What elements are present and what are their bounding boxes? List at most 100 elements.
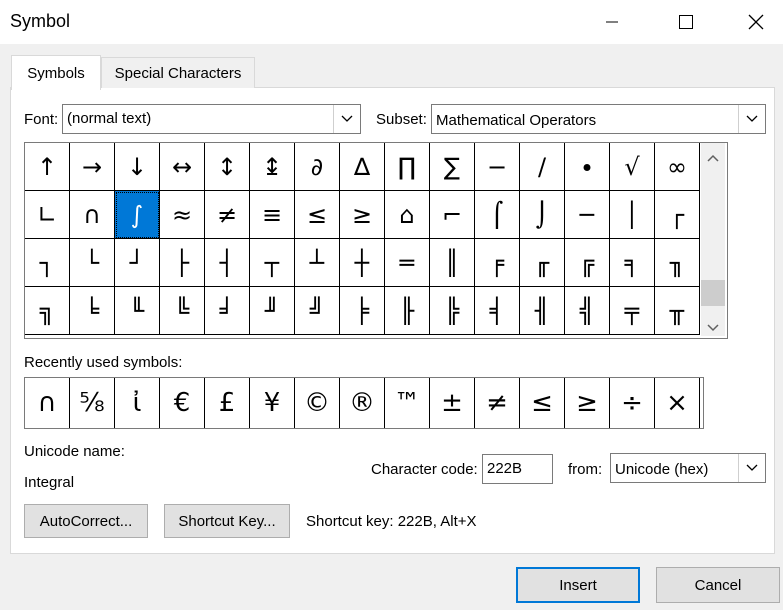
symbol-cell[interactable]: ∟ [25, 191, 70, 239]
symbol-cell[interactable]: ⌡ [520, 191, 565, 239]
symbol-cell[interactable]: ═ [385, 239, 430, 287]
recent-symbol-cell[interactable]: ÷ [610, 378, 655, 428]
symbol-cell[interactable]: └ [70, 239, 115, 287]
symbol-cell[interactable]: ╟ [385, 287, 430, 335]
font-select[interactable]: (normal text) [62, 104, 361, 134]
character-code-label: Character code: [371, 461, 478, 478]
symbol-cell[interactable]: ╜ [250, 287, 295, 335]
recent-symbol-cell[interactable]: ⅝ [70, 378, 115, 428]
from-label: from: [568, 461, 603, 478]
symbol-cell[interactable]: ≡ [250, 191, 295, 239]
symbol-cell[interactable]: ∙ [565, 143, 610, 191]
symbol-cell[interactable]: ╢ [520, 287, 565, 335]
symbol-cell[interactable]: ⌐ [430, 191, 475, 239]
symbol-cell[interactable]: ≥ [340, 191, 385, 239]
symbol-cell[interactable]: ┘ [115, 239, 160, 287]
symbol-cell[interactable]: ∏ [385, 143, 430, 191]
symbol-cell[interactable]: ∕ [520, 143, 565, 191]
symbol-cell[interactable]: ╘ [70, 287, 115, 335]
from-select[interactable]: Unicode (hex) [610, 453, 766, 483]
insert-button[interactable]: Insert [516, 567, 640, 603]
from-dropdown-arrow[interactable] [738, 454, 765, 482]
symbol-cell[interactable]: ≤ [295, 191, 340, 239]
symbol-cell[interactable]: ↨ [250, 143, 295, 191]
symbol-cell[interactable]: ↔ [160, 143, 205, 191]
symbol-cell[interactable]: │ [610, 191, 655, 239]
symbol-grid: ↑ → ↓ ↔ ↕ ↨ ∂ ∆ ∏ ∑ − ∕ ∙ √ ∞ ∟ ∩ ∫ ≈ ≠ ≡ ≤ ≥ ⌂ ⌐ ⌠ ⌡ ─ │ ┌ ┐ └ ┘ ├ ┤ ┬ ┴ ┼ ═ ║… [24, 142, 728, 339]
recent-symbol-cell[interactable]: © [295, 378, 340, 428]
symbol-cell[interactable]: ┴ [295, 239, 340, 287]
symbol-cell[interactable]: ╞ [340, 287, 385, 335]
symbol-cell[interactable]: ↓ [115, 143, 160, 191]
symbol-cell[interactable]: ≠ [205, 191, 250, 239]
symbol-cell[interactable]: ∫ [115, 191, 160, 239]
shortcut-key-button[interactable]: Shortcut Key... [164, 504, 290, 538]
minimize-button[interactable] [589, 0, 635, 44]
symbol-cell[interactable]: ↕ [205, 143, 250, 191]
symbol-cell[interactable]: ╙ [115, 287, 160, 335]
recent-symbol-cell[interactable]: £ [205, 378, 250, 428]
symbol-cell[interactable]: ∂ [295, 143, 340, 191]
symbol-cell[interactable]: ∆ [340, 143, 385, 191]
symbol-cell[interactable]: ├ [160, 239, 205, 287]
symbol-cell[interactable]: ╔ [565, 239, 610, 287]
symbol-cell[interactable]: ║ [430, 239, 475, 287]
character-code-input[interactable]: 222B [482, 454, 553, 484]
symbol-cell[interactable]: √ [610, 143, 655, 191]
symbol-cell[interactable]: ┬ [250, 239, 295, 287]
symbol-cell[interactable]: ∞ [655, 143, 700, 191]
symbol-cell[interactable]: ╡ [475, 287, 520, 335]
recent-symbol-cell[interactable]: ≥ [565, 378, 610, 428]
grid-scrollbar-thumb[interactable] [701, 280, 725, 306]
symbol-cell[interactable]: ∑ [430, 143, 475, 191]
recent-symbol-cell[interactable]: ® [340, 378, 385, 428]
tab-symbols[interactable]: Symbols [11, 55, 101, 90]
symbol-cell[interactable]: ┐ [25, 239, 70, 287]
symbol-cell[interactable]: ╕ [610, 239, 655, 287]
recent-symbol-cell[interactable]: ¥ [250, 378, 295, 428]
symbol-cell[interactable]: ╒ [475, 239, 520, 287]
symbol-cell[interactable]: ≈ [160, 191, 205, 239]
cancel-button[interactable]: Cancel [656, 567, 780, 603]
recent-symbol-cell[interactable]: ± [430, 378, 475, 428]
recent-symbol-cell[interactable]: ≤ [520, 378, 565, 428]
symbol-cell[interactable]: ╝ [295, 287, 340, 335]
shortcut-key-label: Shortcut Key... [178, 512, 276, 530]
recent-symbol-cell[interactable]: ∩ [25, 378, 70, 428]
symbol-cell[interactable]: ─ [565, 191, 610, 239]
symbol-cell[interactable]: ∩ [70, 191, 115, 239]
symbol-cell[interactable]: ┌ [655, 191, 700, 239]
symbol-cell[interactable]: − [475, 143, 520, 191]
symbol-cell[interactable]: ╠ [430, 287, 475, 335]
symbol-cell[interactable]: ⌂ [385, 191, 430, 239]
symbol-cell[interactable]: → [70, 143, 115, 191]
symbol-cell[interactable]: ╓ [520, 239, 565, 287]
symbol-cell[interactable]: ⌠ [475, 191, 520, 239]
recent-symbol-cell[interactable]: ≠ [475, 378, 520, 428]
scroll-down-arrow[interactable] [706, 320, 720, 337]
symbol-cell[interactable]: ┤ [205, 239, 250, 287]
symbol-cell[interactable]: ┼ [340, 239, 385, 287]
autocorrect-button[interactable]: AutoCorrect... [24, 504, 148, 538]
subset-dropdown-arrow[interactable] [738, 105, 765, 133]
symbol-cell[interactable]: ╣ [565, 287, 610, 335]
symbol-cell[interactable]: ╗ [25, 287, 70, 335]
recent-symbol-cell[interactable]: ἰ [115, 378, 160, 428]
scroll-up-arrow[interactable] [706, 150, 720, 167]
font-dropdown-arrow[interactable] [333, 105, 360, 133]
symbol-cell[interactable]: ↑ [25, 143, 70, 191]
recent-symbol-cell[interactable]: € [160, 378, 205, 428]
close-button[interactable] [733, 0, 779, 44]
symbol-cell[interactable]: ╤ [610, 287, 655, 335]
symbol-cell[interactable]: ╥ [655, 287, 700, 335]
symbol-cell[interactable]: ╛ [205, 287, 250, 335]
recent-symbol-cell[interactable]: ™ [385, 378, 430, 428]
tab-special-characters[interactable]: Special Characters [101, 57, 255, 88]
recent-symbols: ∩ ⅝ ἰ € £ ¥ © ® ™ ± ≠ ≤ ≥ ÷ × [24, 377, 704, 429]
grid-scrollbar[interactable] [701, 143, 725, 336]
symbol-cell[interactable]: ╚ [160, 287, 205, 335]
recent-symbol-cell[interactable]: × [655, 378, 700, 428]
symbol-cell[interactable]: ╖ [655, 239, 700, 287]
subset-select[interactable]: Mathematical Operators [431, 104, 766, 134]
maximize-button[interactable] [663, 0, 709, 44]
